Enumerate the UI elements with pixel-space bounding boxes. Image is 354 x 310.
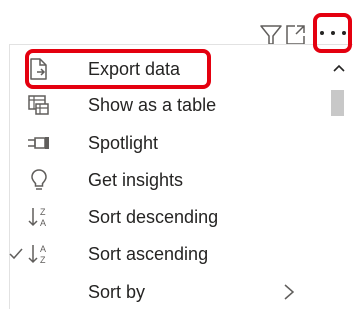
menu-item-show-as-table[interactable]: Show as a table <box>10 87 332 123</box>
scrollbar-thumb[interactable] <box>331 90 344 116</box>
show-as-table-icon <box>24 87 54 123</box>
spotlight-icon <box>24 125 54 161</box>
menu-item-spotlight[interactable]: Spotlight <box>10 125 332 161</box>
highlight-export-data <box>25 49 211 89</box>
svg-text:A: A <box>40 218 46 228</box>
menu-item-label: Sort descending <box>88 207 219 227</box>
svg-text:Z: Z <box>40 255 46 265</box>
menu-item-label: Sort by <box>88 282 146 302</box>
menu-item-label: Sort ascending <box>88 244 209 264</box>
svg-text:Z: Z <box>40 207 46 217</box>
menu-item-label: Get insights <box>88 170 184 190</box>
chevron-right-icon <box>279 274 299 310</box>
highlight-more-options <box>313 13 352 53</box>
svg-text:A: A <box>40 244 46 254</box>
menu-item-sort-descending[interactable]: Z A Sort descending <box>10 199 332 235</box>
lightbulb-icon <box>24 162 54 198</box>
checkmark-icon <box>7 236 25 272</box>
menu-item-get-insights[interactable]: Get insights <box>10 162 332 198</box>
menu-item-label: Spotlight <box>88 133 159 153</box>
menu-item-sort-by[interactable]: Sort by <box>10 274 332 310</box>
sort-descending-icon: Z A <box>24 199 54 235</box>
scroll-up-arrow-icon[interactable] <box>330 58 348 78</box>
menu-item-label: Show as a table <box>88 95 217 115</box>
menu-item-sort-ascending[interactable]: A Z Sort ascending <box>7 236 332 272</box>
sort-ascending-icon: A Z <box>24 236 54 272</box>
